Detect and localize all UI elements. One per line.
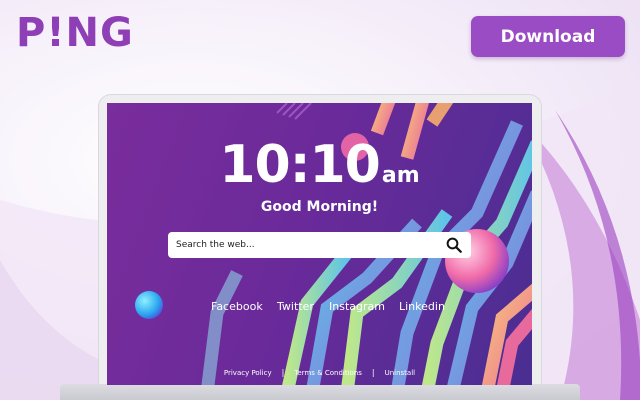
download-button[interactable]: Download [471, 16, 625, 57]
footer-separator: | [371, 368, 375, 377]
clock-display: 10:10am [107, 135, 532, 195]
search-input[interactable] [176, 240, 445, 250]
clock-time: 10:10 [219, 135, 381, 195]
footer-links: Privacy Policy | Terms & Conditions | Un… [107, 368, 532, 377]
social-link-linkedin[interactable]: Linkedin [399, 300, 445, 313]
clock-ampm: am [381, 163, 420, 188]
social-link-facebook[interactable]: Facebook [211, 300, 263, 313]
footer-separator: | [281, 368, 285, 377]
footer-terms-conditions[interactable]: Terms & Conditions [294, 369, 362, 377]
footer-privacy-policy[interactable]: Privacy Policy [224, 369, 272, 377]
social-link-twitter[interactable]: Twitter [277, 300, 314, 313]
laptop-base [60, 384, 580, 400]
social-link-instagram[interactable]: Instagram [329, 300, 385, 313]
greeting-text: Good Morning! [260, 199, 379, 215]
search-icon[interactable] [445, 236, 463, 254]
search-bar [168, 232, 471, 258]
newtab-preview: 10:10am Good Morning! Facebook Twitter I… [107, 103, 532, 385]
ping-logo: P!NG [16, 10, 134, 56]
footer-uninstall[interactable]: Uninstall [385, 369, 416, 377]
